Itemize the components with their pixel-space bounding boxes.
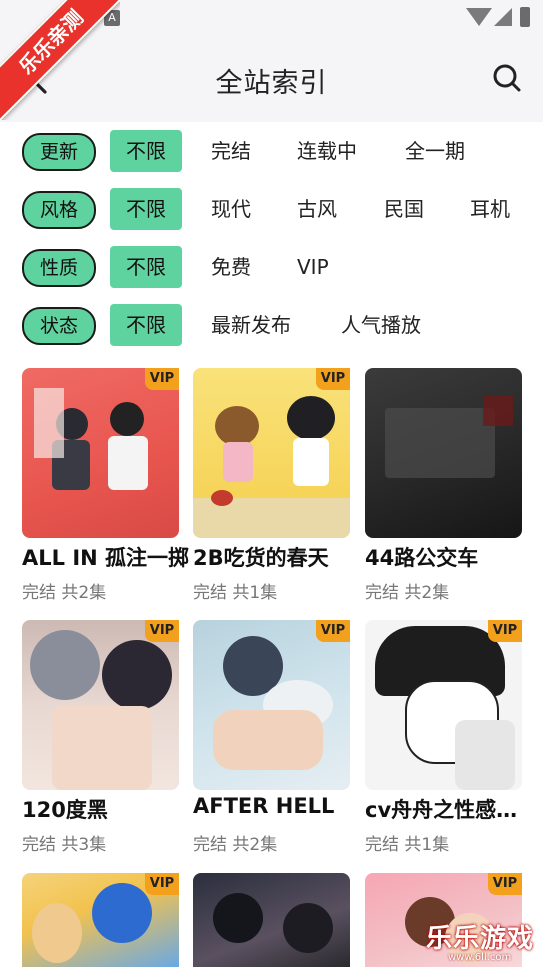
signal-icon — [494, 8, 512, 26]
battery-icon — [520, 7, 530, 27]
vip-badge: VIP — [145, 368, 179, 390]
search-button[interactable] — [487, 58, 527, 98]
filter-option-single-episode[interactable]: 全一期 — [405, 130, 465, 172]
keyboard-icon: A — [104, 10, 120, 26]
filter-label-nature: 性质 — [22, 249, 96, 287]
card-meta: 完结 共2集 — [22, 583, 107, 603]
watermark-url: www.6ll.com — [448, 952, 512, 963]
cover-image — [193, 620, 350, 790]
notification-icon — [72, 10, 90, 28]
filter-option-unlimited[interactable]: 不限 — [110, 188, 182, 230]
filter-option-unlimited[interactable]: 不限 — [110, 246, 182, 288]
filter-option-vip[interactable]: VIP — [297, 246, 329, 288]
vip-badge: VIP — [488, 873, 522, 895]
cover-image — [365, 368, 522, 538]
watermark-logo: 乐乐游戏 — [426, 924, 535, 954]
vip-badge: VIP — [145, 873, 179, 895]
app-header: 全站索引 — [0, 36, 543, 122]
vip-badge: VIP — [316, 620, 350, 642]
filter-label-style: 风格 — [22, 191, 96, 229]
filter-row-status: 状态 不限 最新发布 人气播放 — [0, 304, 543, 348]
status-bar: A — [0, 0, 543, 36]
filter-option-ongoing[interactable]: 连载中 — [297, 130, 357, 172]
cover-image — [22, 620, 179, 790]
wifi-icon — [466, 8, 492, 26]
card-meta: 完结 共2集 — [193, 835, 278, 855]
cover-image — [193, 368, 350, 538]
filter-option-modern[interactable]: 现代 — [211, 188, 251, 230]
card-meta: 完结 共3集 — [22, 835, 107, 855]
filter-option-popular[interactable]: 人气播放 — [341, 304, 421, 346]
card-meta: 完结 共1集 — [365, 835, 450, 855]
cover-image — [193, 873, 350, 967]
filter-option-ancient[interactable]: 古风 — [297, 188, 337, 230]
card-title: 120度黑 — [22, 798, 108, 822]
filter-label-update: 更新 — [22, 133, 96, 171]
card-title: ALL IN 孤注一掷 — [22, 546, 190, 570]
search-icon — [493, 64, 521, 92]
filter-row-nature: 性质 不限 免费 VIP — [0, 246, 543, 290]
filter-row-style: 风格 不限 现代 古风 民国 耳机 — [0, 188, 543, 232]
card-title: AFTER HELL — [193, 794, 335, 818]
filter-option-headphones[interactable]: 耳机 — [470, 188, 510, 230]
page-title: 全站索引 — [215, 68, 328, 99]
cover-image — [365, 620, 522, 790]
filter-label-status: 状态 — [22, 307, 96, 345]
cover-image — [22, 368, 179, 538]
card-title: cv舟舟之性感男人 — [365, 798, 535, 822]
vip-badge: VIP — [488, 620, 522, 642]
card-title: 44路公交车 — [365, 546, 479, 570]
card-meta: 完结 共2集 — [365, 583, 450, 603]
card-meta: 完结 共1集 — [193, 583, 278, 603]
filter-option-unlimited[interactable]: 不限 — [110, 304, 182, 346]
filter-row-update: 更新 不限 完结 连载中 全一期 — [0, 130, 543, 174]
filter-option-unlimited[interactable]: 不限 — [110, 130, 182, 172]
vip-badge: VIP — [145, 620, 179, 642]
filter-option-free[interactable]: 免费 — [211, 246, 251, 288]
card-title: 2B吃货的春天 — [193, 546, 329, 570]
filter-option-completed[interactable]: 完结 — [211, 130, 251, 172]
filter-option-republican[interactable]: 民国 — [384, 188, 424, 230]
vip-badge: VIP — [316, 368, 350, 390]
filter-option-latest[interactable]: 最新发布 — [211, 304, 291, 346]
